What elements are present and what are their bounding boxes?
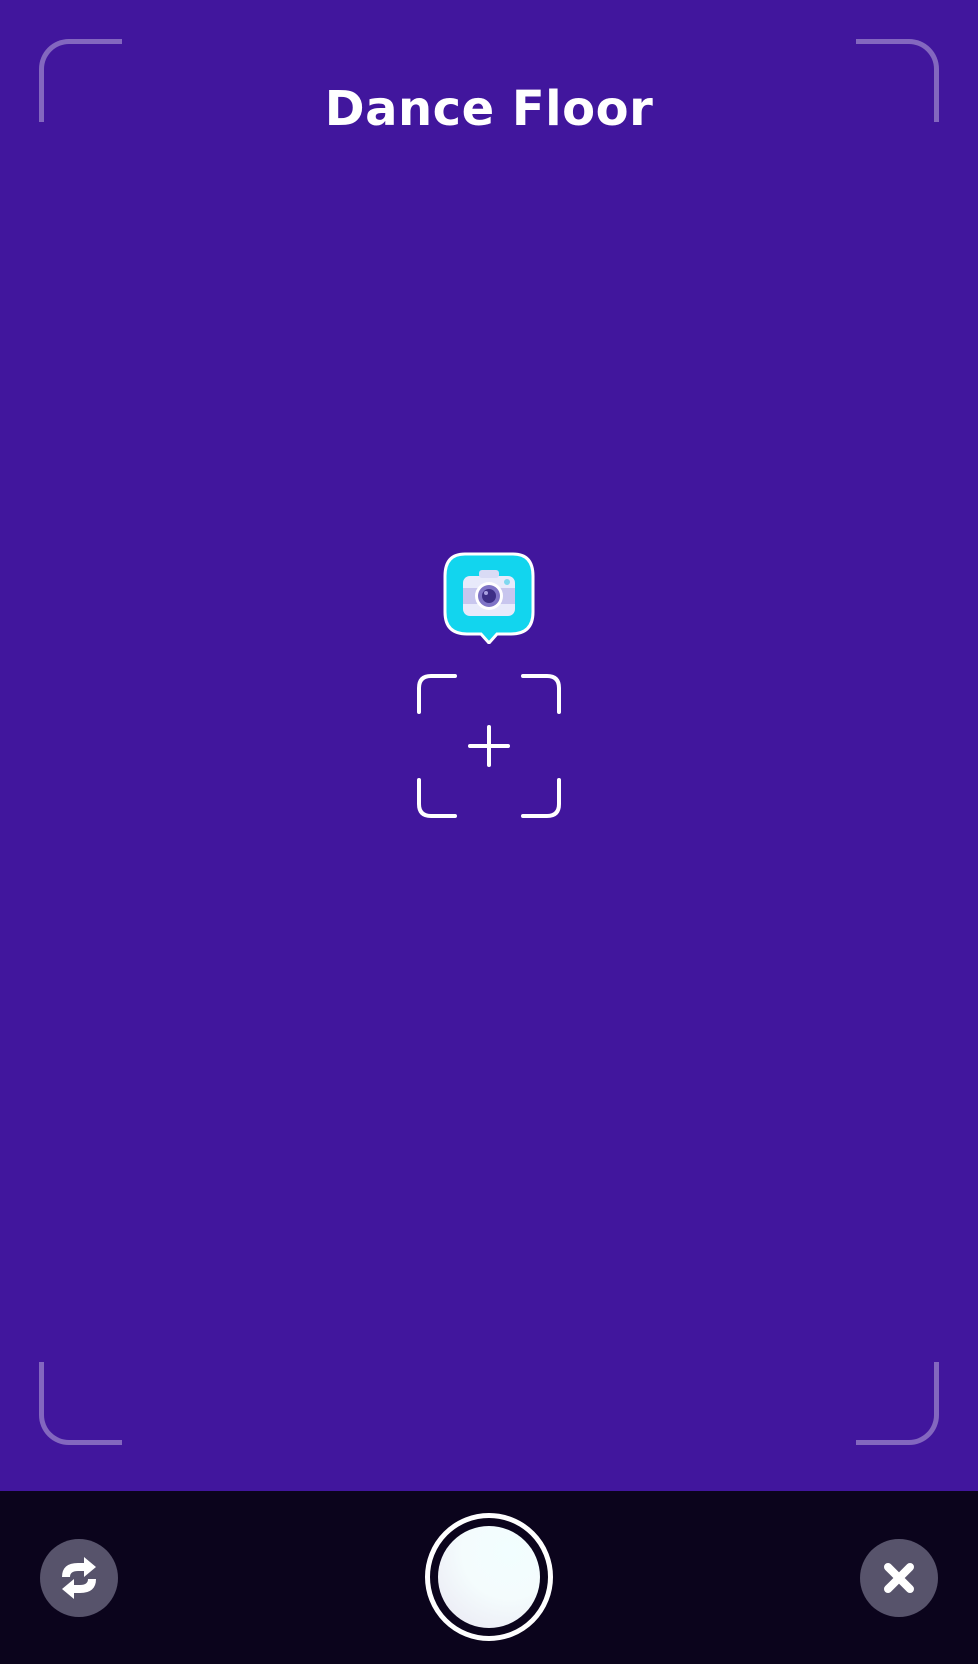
flip-camera-button[interactable] — [40, 1539, 118, 1617]
camera-viewfinder: Dance Floor — [0, 0, 978, 1491]
camera-badge-icon — [443, 552, 535, 646]
shutter-button-inner[interactable] — [438, 1526, 540, 1628]
camera-controls-bar — [0, 1491, 978, 1664]
frame-corner-bottom-left — [39, 1362, 122, 1445]
add-target-reticle[interactable] — [417, 674, 561, 818]
close-icon — [884, 1563, 914, 1593]
plus-icon — [468, 725, 510, 767]
frame-corner-bottom-right — [856, 1362, 939, 1445]
page-title: Dance Floor — [324, 81, 654, 137]
close-button[interactable] — [860, 1539, 938, 1617]
shutter-button[interactable] — [425, 1513, 553, 1641]
flip-camera-icon — [62, 1557, 96, 1599]
